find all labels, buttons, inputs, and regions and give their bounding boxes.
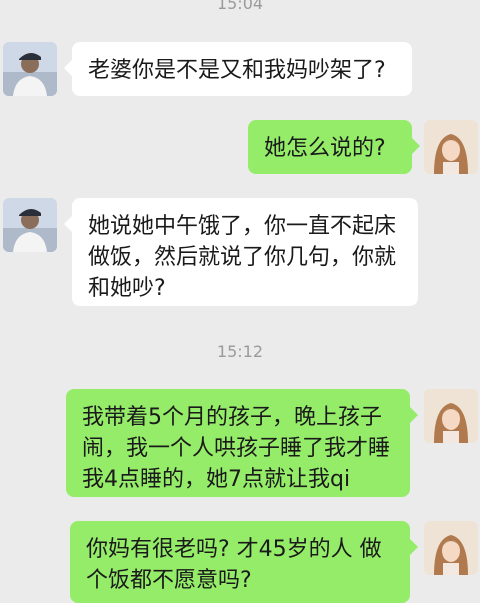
message-bubble-4[interactable]: 我带着5个月的孩子，晚上孩子闹，我一个人哄孩子睡了我才睡我4点睡的，她7点就让我… [66,389,418,497]
wife-avatar[interactable] [424,389,478,443]
timestamp-1512: 15:12 [216,342,264,361]
timestamp-1504: 15:04 [216,0,264,13]
husband-avatar[interactable] [3,42,57,96]
message-bubble-2[interactable]: 她怎么说的? [248,120,420,174]
message-bubble-1[interactable]: 老婆你是不是又和我妈吵架了? [64,42,412,96]
wife-avatar[interactable] [424,521,478,575]
message-bubble-3[interactable]: 她说她中午饿了，你一直不起床做饭，然后就说了你几句，你就和她吵? [64,198,418,306]
husband-avatar[interactable] [3,198,57,252]
wife-avatar[interactable] [424,120,478,174]
message-bubble-5[interactable]: 你妈有很老吗? 才45岁的人 做个饭都不愿意吗? [70,521,418,603]
